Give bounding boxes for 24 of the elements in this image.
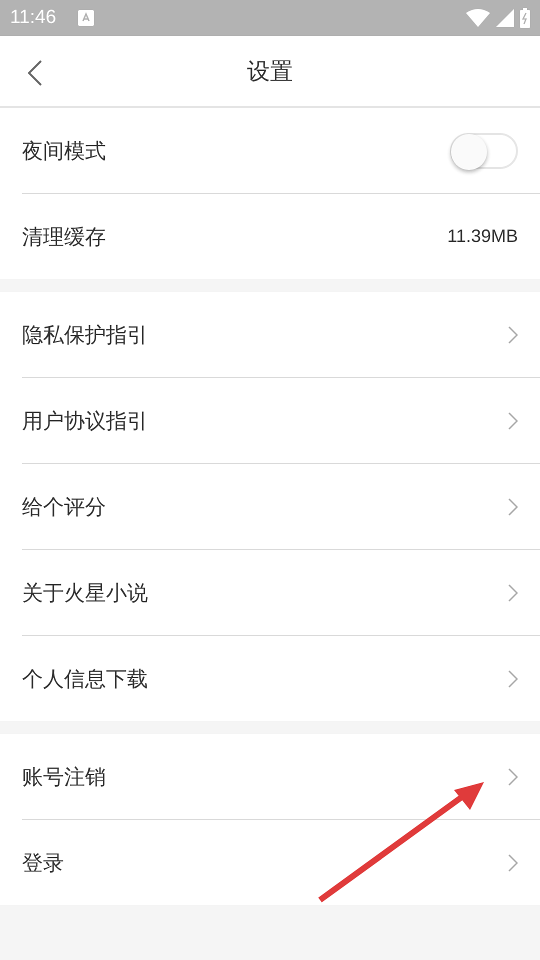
battery-icon (520, 8, 530, 28)
chevron-right-icon (508, 412, 518, 430)
setting-label: 清理缓存 (22, 224, 106, 250)
chevron-right-icon (508, 768, 518, 786)
page-title: 设置 (247, 58, 293, 86)
chevron-right-icon (508, 326, 518, 344)
cache-size: 11.39MB (447, 226, 518, 247)
setting-label[interactable]: 给个评分 (22, 492, 106, 520)
status-time: 11:46 (10, 7, 56, 29)
setting-label[interactable]: 用户协议指引 (22, 406, 148, 434)
setting-label[interactable]: 账号注销 (22, 762, 106, 790)
keyboard-notification-icon (78, 10, 94, 26)
chevron-right-icon (508, 498, 518, 516)
setting-label: 夜间模式 (22, 138, 106, 164)
setting-label[interactable]: 隐私保护指引 (22, 320, 148, 348)
chevron-right-icon (508, 670, 518, 688)
chevron-right-icon (508, 584, 518, 602)
setting-label[interactable]: 关于火星小说 (22, 578, 148, 606)
setting-label[interactable]: 个人信息下载 (22, 664, 148, 692)
signal-icon (496, 9, 514, 27)
wifi-icon (466, 9, 490, 27)
setting-label[interactable]: 登录 (22, 848, 64, 876)
toggle-switch[interactable] (450, 132, 518, 168)
chevron-right-icon (508, 854, 518, 872)
